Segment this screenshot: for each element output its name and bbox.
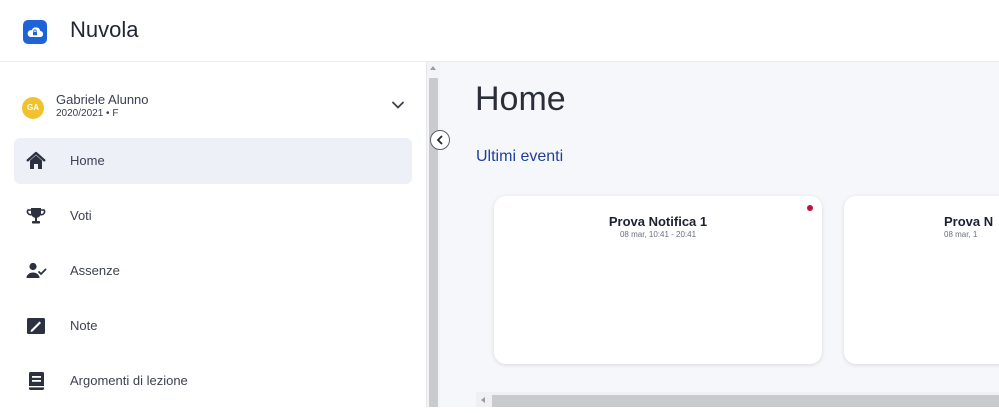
scroll-up-arrow-icon[interactable] — [430, 66, 436, 70]
user-check-icon — [25, 260, 47, 282]
cloud-lock-icon[interactable] — [23, 20, 47, 44]
page-title: Home — [475, 80, 566, 118]
chevron-down-icon[interactable] — [392, 96, 404, 114]
user-selector[interactable]: GA Gabriele Alunno 2020/2021 • F — [22, 88, 412, 128]
scroll-thumb[interactable] — [429, 78, 438, 407]
sidebar-item-label: Home — [70, 153, 105, 168]
avatar: GA — [22, 97, 44, 119]
home-icon — [25, 150, 47, 172]
sidebar-item-argomenti[interactable]: Argomenti di lezione — [14, 358, 412, 404]
event-time: 08 mar, 10:41 - 20:41 — [619, 230, 697, 239]
scroll-left-arrow-icon[interactable] — [481, 397, 485, 403]
sidebar-scrollbar[interactable] — [426, 62, 440, 407]
app-title: Nuvola — [70, 17, 139, 42]
event-time: 08 mar, 1 — [944, 230, 978, 239]
event-title: Prova Notifica 1 — [608, 214, 708, 229]
event-card[interactable]: Prova Notifica 1 08 mar, 10:41 - 20:41 — [494, 196, 822, 364]
event-title: Prova N — [944, 214, 994, 229]
user-school-year: 2020/2021 • F — [56, 108, 119, 119]
event-card[interactable]: Prova N 08 mar, 1 — [844, 196, 999, 364]
user-name: Gabriele Alunno — [56, 92, 149, 107]
sidebar-item-note[interactable]: Note — [14, 303, 412, 349]
main-content: Home Ultimi eventi Prova Notifica 1 08 m… — [440, 62, 999, 407]
unread-dot — [807, 205, 813, 211]
sidebar-item-home[interactable]: Home — [14, 138, 412, 184]
sidebar-nav: Home Voti Assenze Note Argomenti di lezi… — [14, 138, 412, 413]
sidebar-item-label: Note — [70, 318, 98, 333]
sidebar-item-voti[interactable]: Voti — [14, 193, 412, 239]
sidebar-item-label: Voti — [70, 208, 92, 223]
section-title: Ultimi eventi — [476, 148, 564, 165]
collapse-sidebar-button[interactable] — [430, 130, 450, 150]
sidebar-item-assenze[interactable]: Assenze — [14, 248, 412, 294]
sidebar-item-label: Argomenti di lezione — [70, 373, 188, 388]
trophy-icon — [25, 205, 47, 227]
sidebar: GA Gabriele Alunno 2020/2021 • F Home Vo… — [0, 62, 426, 407]
note-icon — [25, 315, 47, 337]
sidebar-item-label: Assenze — [70, 263, 120, 278]
scroll-thumb[interactable] — [492, 395, 999, 407]
horizontal-scrollbar[interactable] — [476, 392, 999, 407]
book-icon — [25, 370, 47, 392]
top-bar: Nuvola — [0, 0, 999, 62]
